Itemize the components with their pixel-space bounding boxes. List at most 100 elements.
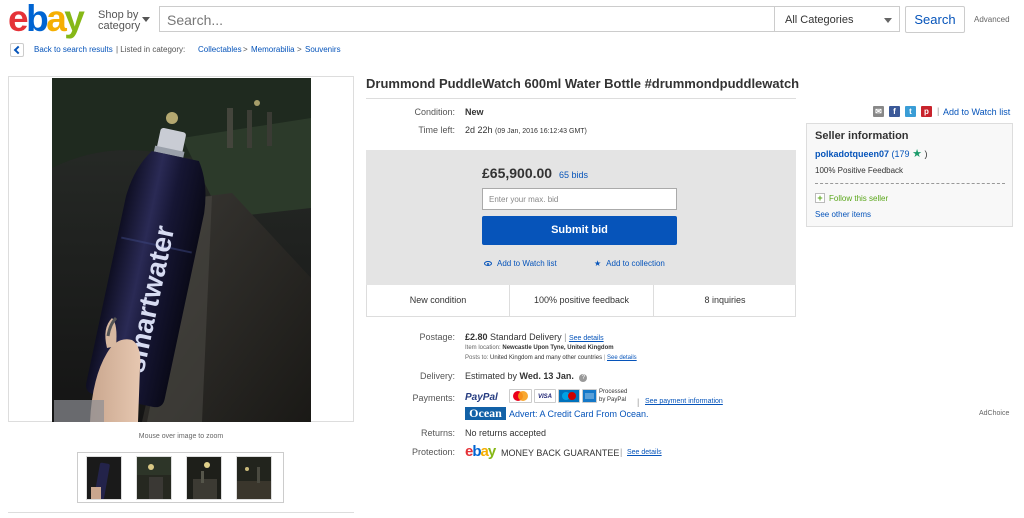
help-icon[interactable]: ? xyxy=(579,374,588,382)
follow-label: Follow this seller xyxy=(829,194,889,203)
mastercard-icon xyxy=(509,389,532,403)
money-back-guarantee: MONEY BACK GUARANTEE xyxy=(501,448,620,458)
postage-price: £2.80 xyxy=(465,332,488,342)
separator: | xyxy=(603,355,606,361)
stat-feedback: 100% positive feedback xyxy=(533,295,630,305)
add-to-collection-button[interactable]: ★ Add to collection xyxy=(594,259,665,268)
delivery-row: Estimated by Wed. 13 Jan. ? xyxy=(465,371,588,382)
breadcrumb-collectables[interactable]: Collectables xyxy=(198,45,242,54)
ebay-logo-small: ebay xyxy=(465,443,496,460)
postage-see-details-link[interactable]: See details xyxy=(569,335,604,342)
amex-icon xyxy=(582,389,597,403)
feedback-close-paren: ) xyxy=(924,149,928,159)
separator: | xyxy=(564,332,567,342)
returns-label: Returns: xyxy=(420,428,455,438)
email-icon[interactable]: ✉ xyxy=(873,106,884,117)
shop-by-category-button[interactable]: Shop by category xyxy=(98,10,150,32)
current-price: £65,900.00 xyxy=(482,165,553,181)
seller-name-row: polkadotqueen07 (179 ★ ) xyxy=(815,147,927,160)
divider xyxy=(8,512,354,513)
payments-label: Payments: xyxy=(412,393,455,403)
water-bottle-photo: smartwater xyxy=(52,78,311,422)
protection-see-details-link[interactable]: See details xyxy=(627,449,662,456)
delivery-label: Delivery: xyxy=(419,371,455,381)
feedback-count-link[interactable]: (179 xyxy=(892,149,910,159)
postage-row: £2.80 Standard Delivery | See details xyxy=(465,332,604,342)
advanced-search-link[interactable]: Advanced xyxy=(974,15,1010,24)
stat-inquiries: 8 inquiries xyxy=(704,295,746,305)
item-location: Item location: Newcastle Upon Tyne, Unit… xyxy=(465,345,614,351)
posts-to-value: United Kingdom and many other countries xyxy=(490,355,603,361)
ebay-logo[interactable]: ebay xyxy=(8,0,85,37)
item-location-value: Newcastle Upon Tyne, United Kingdom xyxy=(502,345,614,351)
thumbnail-strip xyxy=(77,452,284,503)
back-to-search-link[interactable]: Back to search results xyxy=(34,45,113,54)
postage-label: Postage: xyxy=(419,332,455,342)
visa-icon: VISA xyxy=(534,389,556,403)
separator: | xyxy=(637,397,640,407)
separator: | xyxy=(620,447,623,457)
seller-username-link[interactable]: polkadotqueen07 xyxy=(815,149,889,159)
back-arrow-icon[interactable] xyxy=(10,43,24,57)
delivery-prefix: Estimated by xyxy=(465,371,518,381)
search-input[interactable]: Search... xyxy=(159,6,775,32)
facebook-icon[interactable]: f xyxy=(889,106,900,117)
follow-seller-link[interactable]: + Follow this seller xyxy=(815,193,888,203)
header-bar: ebay Shop by category Search... All Cate… xyxy=(0,0,1024,38)
watch-list-label: Add to Watch list xyxy=(497,259,557,268)
zoom-hint: Mouse over image to zoom xyxy=(138,433,224,440)
main-image-panel[interactable]: smartwater xyxy=(8,76,354,422)
twitter-icon[interactable]: t xyxy=(905,106,916,117)
breadcrumb-memorabilia[interactable]: Memorabilia xyxy=(251,45,295,54)
breadcrumb-souvenirs[interactable]: Souvenirs xyxy=(305,45,341,54)
thumbnail-3[interactable] xyxy=(186,456,222,500)
delivery-date: Wed. 13 Jan. xyxy=(519,371,574,381)
listing-stats: New condition 100% positive feedback 8 i… xyxy=(366,285,796,317)
star-icon: ★ xyxy=(594,259,602,268)
listed-in-label: | Listed in category: xyxy=(116,45,186,54)
submit-bid-button[interactable]: Submit bid xyxy=(482,216,677,245)
chevron-down-icon xyxy=(884,18,892,23)
postage-service: Standard Delivery xyxy=(490,332,562,342)
returns-value: No returns accepted xyxy=(465,428,547,438)
collection-label: Add to collection xyxy=(606,259,665,268)
product-photo[interactable]: smartwater xyxy=(52,78,311,422)
see-other-items-link[interactable]: See other items xyxy=(815,210,871,219)
condition-value: New xyxy=(465,107,484,117)
breadcrumb-separator: > xyxy=(243,45,248,54)
positive-feedback: 100% Positive Feedback xyxy=(815,166,904,175)
posts-to: Posts to: United Kingdom and many other … xyxy=(465,355,637,361)
ocean-advert-link[interactable]: Advert: A Credit Card From Ocean. xyxy=(509,409,649,419)
pinterest-icon[interactable]: p xyxy=(921,106,932,117)
ocean-logo[interactable]: Ocean xyxy=(465,407,506,420)
feedback-star-icon: ★ xyxy=(912,148,922,160)
seller-info-title: Seller information xyxy=(815,130,909,142)
condition-label: Condition: xyxy=(414,107,455,117)
search-button[interactable]: Search xyxy=(905,6,965,33)
page-title: Drummond PuddleWatch 600ml Water Bottle … xyxy=(366,76,800,91)
maestro-icon xyxy=(558,389,580,403)
add-to-watch-list-link[interactable]: Add to Watch list xyxy=(943,107,1010,117)
chevron-down-icon xyxy=(142,17,150,22)
category-select[interactable]: All Categories xyxy=(775,6,900,32)
see-payment-info-link[interactable]: See payment information xyxy=(645,398,723,405)
stat-condition: New condition xyxy=(409,295,467,305)
bid-count-link[interactable]: 65 bids xyxy=(559,170,588,180)
divider xyxy=(815,183,1005,184)
posts-to-see-details-link[interactable]: See details xyxy=(607,355,637,361)
plus-icon: + xyxy=(815,193,825,203)
processed-by-paypal: Processed by PayPal xyxy=(599,389,628,403)
thumbnail-1[interactable] xyxy=(86,456,122,500)
adchoice-label[interactable]: AdChoice xyxy=(979,410,1009,417)
thumbnail-2[interactable] xyxy=(136,456,172,500)
time-left-duration: 2d 22h xyxy=(465,125,493,135)
posts-to-label: Posts to: xyxy=(465,355,489,361)
share-divider: | xyxy=(937,106,940,116)
add-to-watch-list-button[interactable]: Add to Watch list xyxy=(484,259,557,268)
time-left-date: (09 Jan, 2016 16:12:43 GMT) xyxy=(495,128,587,135)
time-left-label: Time left: xyxy=(418,125,455,135)
max-bid-input[interactable]: Enter your max. bid xyxy=(482,188,677,210)
time-left-value: 2d 22h (09 Jan, 2016 16:12:43 GMT) xyxy=(465,125,587,135)
thumbnail-4[interactable] xyxy=(236,456,272,500)
eye-icon xyxy=(484,261,492,266)
